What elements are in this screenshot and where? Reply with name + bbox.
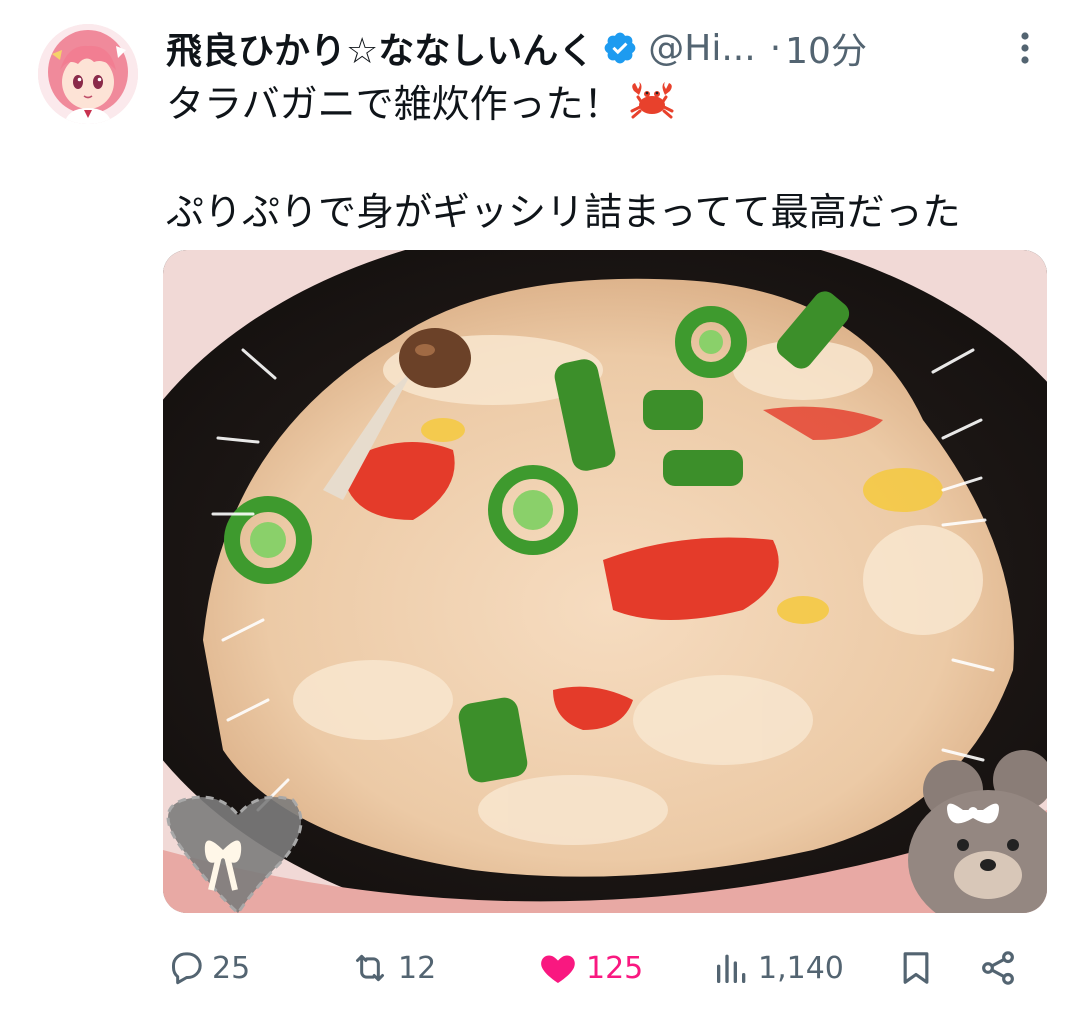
like-button[interactable]: 125 — [536, 940, 643, 996]
crab-emoji-icon — [628, 81, 676, 134]
separator-dot: · — [769, 27, 782, 69]
like-count: 125 — [586, 950, 644, 986]
bear-sticker — [908, 750, 1047, 913]
verified-badge-icon — [602, 30, 638, 66]
share-button[interactable] — [978, 940, 1018, 996]
tweet-actions: 25 12 125 1,140 — [166, 940, 1046, 996]
tweet-header: 飛良ひかり☆ななしいんく @Hi... · 10分 — [166, 20, 1046, 76]
tweet: 飛良ひかり☆ななしいんく @Hi... · 10分 タラバガニで雑炊作った！ ぷ… — [0, 0, 1080, 1014]
reply-count: 25 — [212, 950, 251, 986]
bookmark-button[interactable] — [896, 940, 936, 996]
tweet-text: タラバガニで雑炊作った！ ぷりぷりで身がギッシリ詰まってて最高だった — [166, 78, 1046, 238]
views-button[interactable]: 1,140 — [712, 940, 844, 996]
heart-filled-icon — [541, 955, 575, 983]
timestamp[interactable]: 10分 — [785, 22, 867, 74]
views-count: 1,140 — [758, 950, 844, 986]
retweet-icon — [356, 954, 384, 982]
retweet-button[interactable]: 12 — [348, 940, 436, 996]
bookmark-icon — [903, 952, 929, 984]
avatar[interactable] — [38, 24, 138, 124]
tweet-media-image[interactable] — [163, 250, 1047, 913]
retweet-count: 12 — [398, 950, 437, 986]
share-icon — [982, 951, 1014, 985]
reply-icon — [172, 952, 202, 985]
reply-button[interactable]: 25 — [166, 940, 250, 996]
views-icon — [717, 954, 746, 983]
display-name[interactable]: 飛良ひかり☆ななしいんく — [166, 22, 594, 74]
tweet-text-line-2: ぷりぷりで身がギッシリ詰まってて最高だった — [166, 190, 961, 234]
user-handle[interactable]: @Hi... — [648, 28, 755, 69]
more-vertical-icon[interactable] — [1008, 28, 1042, 68]
tweet-text-line-1: タラバガニで雑炊作った！ — [166, 78, 1046, 134]
